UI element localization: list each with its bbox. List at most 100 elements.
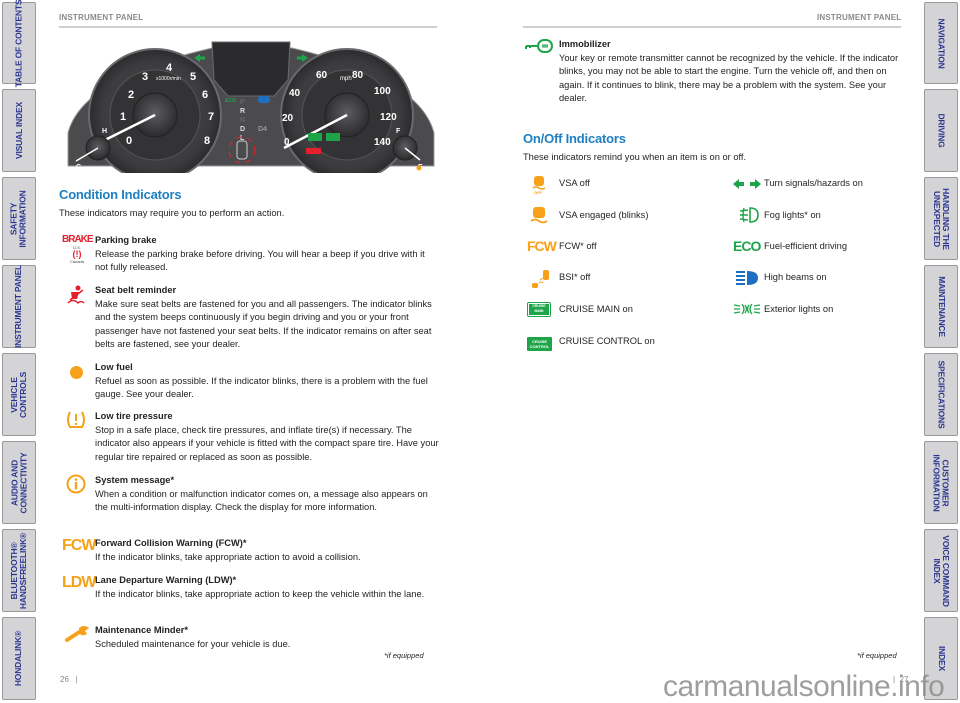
speed-label: 60 [316, 70, 328, 81]
item-text: Your key or remote transmitter cannot be… [559, 52, 899, 104]
d4-label: D4 [258, 126, 267, 133]
brake-icon: BRAKE U.S. (!) Canada [62, 234, 94, 265]
tab-driving[interactable]: DRIVING [924, 89, 958, 172]
bsi-off-icon [532, 270, 549, 288]
maintenance-minder-item: Maintenance Minder* Scheduled maintenanc… [95, 624, 440, 651]
tab-instrument-panel[interactable]: INSTRUMENT PANEL [2, 265, 36, 348]
tab-audio-connectivity[interactable]: AUDIO AND CONNECTIVITY [2, 441, 36, 524]
tab-label: INSTRUMENT PANEL [13, 264, 24, 349]
tach-label: 2 [128, 89, 134, 101]
tach-label: 1 [120, 111, 126, 123]
tach-label: 8 [204, 135, 210, 147]
gear-label: N [240, 117, 245, 124]
item-title: Low fuel [95, 362, 133, 372]
item-title: Seat belt reminder [95, 285, 177, 295]
tab-label: SPECIFICATIONS [936, 360, 947, 429]
left-page-header: INSTRUMENT PANEL [59, 13, 144, 22]
speed-label: 120 [380, 112, 397, 123]
tab-safety-information[interactable]: SAFETY INFORMATION [2, 177, 36, 260]
tab-customer-information[interactable]: CUSTOMER INFORMATION [924, 441, 958, 524]
tab-label: SAFETY INFORMATION [9, 189, 29, 248]
parking-brake-item: Parking brake Release the parking brake … [95, 234, 440, 275]
tab-label: NAVIGATION [936, 17, 947, 69]
onoff-label: CRUISE MAIN on [559, 304, 633, 314]
immobilizer-key-icon [525, 39, 553, 53]
fog-light-icon [739, 207, 759, 223]
item-text: Refuel as soon as possible. If the indic… [95, 375, 428, 400]
tab-label: DRIVING [936, 113, 947, 148]
tab-visual-index[interactable]: VISUAL INDEX [2, 89, 36, 172]
onoff-indicators-title: On/Off Indicators [523, 131, 626, 146]
item-title: Low tire pressure [95, 411, 173, 421]
speed-label: 80 [352, 70, 364, 81]
temp-label: C [76, 164, 81, 171]
manual-spread: TABLE OF CONTENTS VISUAL INDEX SAFETY IN… [0, 0, 960, 703]
item-title: Parking brake [95, 235, 157, 245]
tab-maintenance[interactable]: MAINTENANCE [924, 265, 958, 348]
speed-label: 20 [282, 113, 294, 124]
item-title: Forward Collision Warning (FCW)* [95, 538, 247, 548]
gear-label: R [240, 108, 245, 115]
immobilizer-item: Immobilizer Your key or remote transmitt… [559, 38, 904, 106]
header-rule [523, 26, 901, 28]
gear-label: P [240, 99, 245, 106]
tach-label: 3 [142, 71, 148, 83]
high-beam-icon [736, 271, 758, 285]
vsa-engaged-icon [530, 207, 548, 224]
instrument-cluster-illustration: 2 3 4 5 6 7 8 1 0 x1000r/min 0 20 40 60 … [67, 41, 435, 173]
system-message-item: System message* When a condition or malf… [95, 474, 440, 515]
gear-label: D [240, 126, 245, 133]
onoff-indicators-intro: These indicators remind you when an item… [523, 152, 747, 162]
item-title: Lane Departure Warning (LDW)* [95, 575, 237, 585]
tab-label: HONDALINK® [13, 630, 24, 687]
fcw-off-icon: FCW [527, 238, 557, 254]
item-text: Scheduled maintenance for your vehicle i… [95, 638, 291, 649]
tire-pressure-icon [67, 411, 85, 428]
cruise-main-icon: CRUISE MAIN [527, 302, 551, 317]
onoff-label: Fuel-efficient driving [764, 241, 848, 251]
onoff-label: FCW* off [559, 241, 597, 251]
fcw-item: Forward Collision Warning (FCW)* If the … [95, 537, 440, 564]
cruise-main-icon-text: CRUISE MAIN [529, 304, 549, 315]
speed-label: 100 [374, 86, 391, 97]
left-page-number: 26 | [60, 675, 78, 684]
item-text: Stop in a safe place, check tire pressur… [95, 424, 439, 462]
tach-label: 0 [126, 135, 132, 147]
tach-label: 4 [166, 62, 173, 74]
item-text: When a condition or malfunction indicato… [95, 488, 428, 513]
tab-bluetooth-handsfreelink[interactable]: BLUETOOTH® HANDSFREELINK® [2, 529, 36, 612]
condition-indicators-title: Condition Indicators [59, 187, 182, 202]
item-text: Release the parking brake before driving… [95, 248, 425, 273]
tab-label: VOICE COMMAND INDEX [932, 534, 952, 607]
tab-label: VISUAL INDEX [13, 102, 24, 159]
onoff-label: Fog lights* on [764, 210, 821, 220]
low-fuel-item: Low fuel Refuel as soon as possible. If … [95, 361, 440, 402]
tab-table-of-contents[interactable]: TABLE OF CONTENTS [2, 0, 36, 87]
exterior-lights-icon [733, 303, 761, 315]
item-title: Immobilizer [559, 39, 611, 49]
tab-navigation[interactable]: NAVIGATION [924, 2, 958, 84]
tab-handling-the-unexpected[interactable]: HANDLING THE UNEXPECTED [924, 177, 958, 260]
tab-label: TABLE OF CONTENTS [13, 0, 24, 87]
tab-label: INDEX [936, 646, 947, 671]
tab-voice-command-index[interactable]: VOICE COMMAND INDEX [924, 529, 958, 612]
tab-hondalink[interactable]: HONDALINK® [2, 617, 36, 700]
tab-label: CUSTOMER INFORMATION [932, 453, 952, 512]
tab-specifications[interactable]: SPECIFICATIONS [924, 353, 958, 436]
wrench-icon [65, 626, 89, 642]
page-number: 26 [60, 675, 69, 684]
item-text: If the indicator blinks, take appropriat… [95, 588, 425, 599]
brake-icon-text: BRAKE [62, 234, 94, 245]
tach-label: 6 [202, 89, 208, 101]
right-page-header: INSTRUMENT PANEL [817, 13, 902, 22]
turn-signal-icon [733, 179, 761, 189]
tach-unit: x1000r/min [156, 76, 181, 82]
condition-indicators-intro: These indicators may require you to perf… [59, 208, 285, 218]
item-text: If the indicator blinks, take appropriat… [95, 551, 361, 562]
tach-label: 5 [190, 71, 196, 83]
temp-label: H [102, 128, 107, 135]
vsa-off-icon: OFF [532, 176, 546, 195]
tab-vehicle-controls[interactable]: VEHICLE CONTROLS [2, 353, 36, 436]
onoff-label: Turn signals/hazards on [764, 178, 863, 188]
item-title: System message* [95, 475, 175, 485]
